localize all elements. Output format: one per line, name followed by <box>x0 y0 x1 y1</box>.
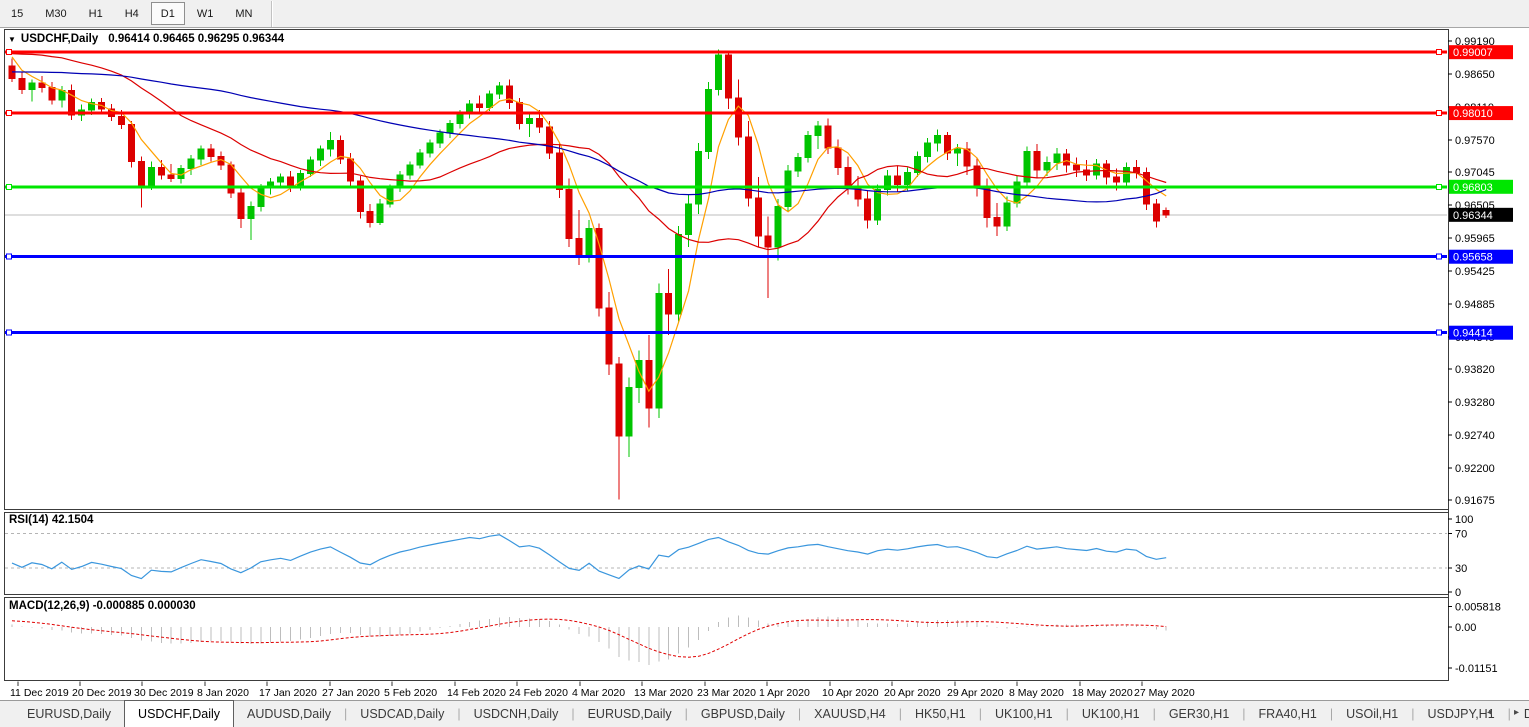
date-label: 4 Mar 2020 <box>572 687 625 699</box>
date-label: 10 Apr 2020 <box>822 687 879 699</box>
rsi-axis-label: 70 <box>1455 528 1467 540</box>
rsi-indicator-label: RSI(14) 42.1504 <box>9 514 93 526</box>
price-tick-label: 0.92740 <box>1455 430 1495 442</box>
chart-symbol-label: USDCHF,Daily <box>21 33 98 45</box>
tab-scroll-right-icon[interactable]: ▸ <box>1514 706 1519 720</box>
price-tick-label: 0.91675 <box>1455 495 1495 507</box>
hline-handle[interactable] <box>1437 184 1442 189</box>
hline-handle[interactable] <box>1437 330 1442 335</box>
macd-axis-label: -0.01151 <box>1455 663 1498 675</box>
price-tick-label: 0.97045 <box>1455 167 1495 179</box>
date-label: 13 Mar 2020 <box>634 687 693 699</box>
tab-usdcnh-daily[interactable]: USDCNH,Daily <box>461 701 572 727</box>
price-tick-label: 0.97570 <box>1455 135 1495 147</box>
macd-indicator-label: MACD(12,26,9) -0.000885 0.000030 <box>9 600 196 612</box>
date-label: 24 Feb 2020 <box>509 687 568 699</box>
hline-price-badge: 0.98010 <box>1453 108 1493 120</box>
tab-fra40-h1[interactable]: FRA40,H1 <box>1246 701 1330 727</box>
rsi-axis-label: 100 <box>1455 514 1473 526</box>
chart-title: ▼ USDCHF,Daily 0.96414 0.96465 0.96295 0… <box>8 33 284 45</box>
tab-usdchf-daily[interactable]: USDCHF,Daily <box>124 700 234 727</box>
hline-handle[interactable] <box>7 330 12 335</box>
chart-svg: 0.991900.986500.981100.975700.970450.965… <box>0 0 1529 727</box>
chart-ohlc-values: 0.96414 0.96465 0.96295 0.96344 <box>108 33 284 45</box>
date-label: 23 Mar 2020 <box>697 687 756 699</box>
rsi-axis-label: 30 <box>1455 563 1467 575</box>
date-label: 17 Jan 2020 <box>259 687 317 699</box>
hline-handle[interactable] <box>7 111 12 116</box>
hline-price-badge: 0.99007 <box>1453 47 1493 59</box>
tab-eurusd-daily[interactable]: EURUSD,Daily <box>14 701 124 727</box>
date-label: 5 Feb 2020 <box>384 687 437 699</box>
hline-price-badge: 0.94414 <box>1453 328 1493 340</box>
tab-eurusd-daily[interactable]: EURUSD,Daily <box>575 701 685 727</box>
macd-axis-label: 0.005818 <box>1455 601 1501 613</box>
date-label: 20 Apr 2020 <box>884 687 941 699</box>
tab-usdcad-daily[interactable]: USDCAD,Daily <box>347 701 457 727</box>
tab-gbpusd-daily[interactable]: GBPUSD,Daily <box>688 701 798 727</box>
date-label: 8 May 2020 <box>1009 687 1064 699</box>
rsi-axis-label: 0 <box>1455 587 1461 599</box>
current-price-badge: 0.96344 <box>1453 210 1493 222</box>
tab-xauusd-h4[interactable]: XAUUSD,H4 <box>801 701 899 727</box>
date-label: 29 Apr 2020 <box>947 687 1004 699</box>
tab-audusd-daily[interactable]: AUDUSD,Daily <box>234 701 344 727</box>
hline-handle[interactable] <box>1437 111 1442 116</box>
price-tick-label: 0.95965 <box>1455 233 1495 245</box>
price-tick-label: 0.95425 <box>1455 266 1495 278</box>
tab-hk50-h1[interactable]: HK50,H1 <box>902 701 979 727</box>
hline-price-badge: 0.95658 <box>1453 252 1493 264</box>
date-label: 20 Dec 2019 <box>72 687 132 699</box>
price-tick-label: 0.93280 <box>1455 397 1495 409</box>
price-tick-label: 0.94885 <box>1455 299 1495 311</box>
tab-usoil-h1[interactable]: USOil,H1 <box>1333 701 1411 727</box>
date-label: 14 Feb 2020 <box>447 687 506 699</box>
hline-handle[interactable] <box>7 50 12 55</box>
symbol-dropdown-icon[interactable]: ▼ <box>8 35 16 44</box>
date-label: 1 Apr 2020 <box>759 687 810 699</box>
hline-handle[interactable] <box>1437 50 1442 55</box>
price-tick-label: 0.92200 <box>1455 463 1495 475</box>
price-tick-label: 0.98650 <box>1455 69 1495 81</box>
tab-uk100-h1[interactable]: UK100,H1 <box>1069 701 1153 727</box>
hline-handle[interactable] <box>7 184 12 189</box>
date-label: 18 May 2020 <box>1072 687 1133 699</box>
tab-ger30-h1[interactable]: GER30,H1 <box>1156 701 1242 727</box>
tabbar-scroll-arrows: ◂ ▸ <box>1487 706 1519 720</box>
hline-price-badge: 0.96803 <box>1453 182 1493 194</box>
macd-axis-label: 0.00 <box>1455 622 1476 634</box>
date-label: 11 Dec 2019 <box>10 687 69 699</box>
date-label: 27 Jan 2020 <box>322 687 380 699</box>
date-label: 30 Dec 2019 <box>134 687 194 699</box>
tab-uk100-h1[interactable]: UK100,H1 <box>982 701 1066 727</box>
hline-handle[interactable] <box>1437 254 1442 259</box>
trading-terminal-window: 15M30H1H4D1W1MN 0.991900.986500.981100.9… <box>0 0 1529 727</box>
date-label: 8 Jan 2020 <box>197 687 249 699</box>
date-label: 27 May 2020 <box>1134 687 1195 699</box>
hline-handle[interactable] <box>7 254 12 259</box>
tab-scroll-left-icon[interactable]: ◂ <box>1487 706 1492 720</box>
price-tick-label: 0.93820 <box>1455 364 1495 376</box>
symbol-tab-bar: EURUSD,DailyUSDCHF,DailyAUDUSD,Daily|USD… <box>0 700 1529 727</box>
